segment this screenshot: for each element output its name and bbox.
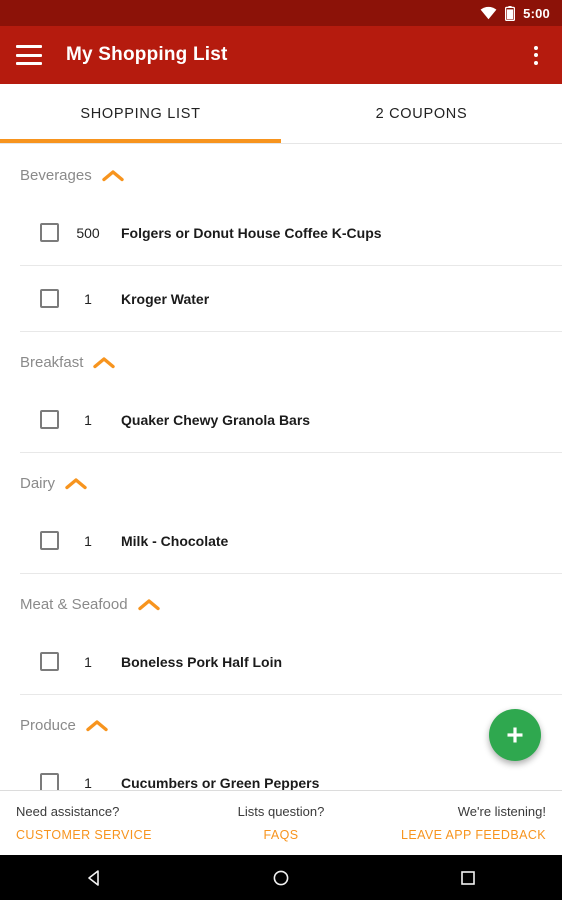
recents-square-icon xyxy=(461,870,476,885)
item-checkbox[interactable] xyxy=(40,289,59,308)
table-row[interactable]: 1 Quaker Chewy Granola Bars xyxy=(20,387,562,453)
table-row[interactable]: 1 Milk - Chocolate xyxy=(20,508,562,574)
item-checkbox[interactable] xyxy=(40,410,59,429)
nav-back-button[interactable] xyxy=(70,855,118,900)
item-quantity: 1 xyxy=(84,290,92,307)
table-row[interactable]: 1 Boneless Pork Half Loin xyxy=(20,629,562,695)
item-checkbox[interactable] xyxy=(40,223,59,242)
category-name: Produce xyxy=(20,717,76,734)
tab-shopping-list[interactable]: SHOPPING LIST xyxy=(0,84,281,143)
item-quantity: 1 xyxy=(84,774,92,791)
category-name: Dairy xyxy=(20,475,56,492)
item-checkbox[interactable] xyxy=(40,773,59,790)
category-name: Breakfast xyxy=(20,354,84,371)
category-header-beverages[interactable]: Beverages xyxy=(0,145,562,200)
app-root: 5:00 My Shopping List SHOPPING LIST 2 CO… xyxy=(0,0,562,900)
item-name: Folgers or Donut House Coffee K-Cups xyxy=(121,224,382,241)
category-header-dairy[interactable]: Dairy xyxy=(0,453,562,508)
table-row[interactable]: 500 Folgers or Donut House Coffee K-Cups xyxy=(20,200,562,266)
footer-help-bar: Need assistance? CUSTOMER SERVICE Lists … xyxy=(0,790,562,855)
nav-home-button[interactable] xyxy=(257,855,305,900)
status-bar: 5:00 xyxy=(0,0,562,26)
nav-recents-button[interactable] xyxy=(444,855,492,900)
footer-column-faqs: Lists question? FAQS xyxy=(187,804,374,842)
overflow-menu-icon[interactable] xyxy=(526,43,546,67)
chevron-up-icon[interactable] xyxy=(93,356,116,369)
item-name: Quaker Chewy Granola Bars xyxy=(121,411,311,428)
item-checkbox[interactable] xyxy=(40,652,59,671)
tab-bar: SHOPPING LIST 2 COUPONS xyxy=(0,84,562,144)
item-quantity: 500 xyxy=(76,224,100,241)
faqs-link[interactable]: FAQS xyxy=(264,828,299,842)
footer-question: Need assistance? xyxy=(16,804,120,819)
chevron-up-icon[interactable] xyxy=(65,477,87,490)
footer-column-feedback: We're listening! LEAVE APP FEEDBACK xyxy=(375,804,562,842)
footer-question: We're listening! xyxy=(457,804,546,819)
item-quantity: 1 xyxy=(84,411,92,428)
shopping-list-scroll[interactable]: Beverages 500 Folgers or Donut House Cof… xyxy=(0,145,562,790)
app-bar: My Shopping List xyxy=(0,26,562,84)
table-row[interactable]: 1 Kroger Water xyxy=(20,266,562,332)
item-name: Cucumbers or Green Peppers xyxy=(121,774,320,791)
chevron-up-icon[interactable] xyxy=(102,169,124,182)
plus-icon xyxy=(507,727,523,743)
chevron-up-icon[interactable] xyxy=(86,719,108,732)
tab-active-indicator xyxy=(0,139,281,143)
category-header-breakfast[interactable]: Breakfast xyxy=(0,332,562,387)
table-row[interactable]: 1 Cucumbers or Green Peppers xyxy=(20,750,562,790)
android-navigation-bar xyxy=(0,855,562,900)
back-triangle-icon xyxy=(87,869,99,886)
category-name: Meat & Seafood xyxy=(20,596,128,613)
home-circle-icon xyxy=(273,870,289,885)
item-checkbox[interactable] xyxy=(40,531,59,550)
category-name: Beverages xyxy=(20,167,92,184)
item-name: Boneless Pork Half Loin xyxy=(121,653,283,670)
hamburger-menu-icon[interactable] xyxy=(16,45,42,65)
tab-coupons[interactable]: 2 COUPONS xyxy=(281,84,562,143)
add-item-button[interactable] xyxy=(489,709,541,761)
customer-service-link[interactable]: CUSTOMER SERVICE xyxy=(16,828,152,842)
category-header-produce[interactable]: Produce xyxy=(0,695,562,750)
battery-icon xyxy=(505,5,516,21)
item-name: Kroger Water xyxy=(121,290,210,307)
item-name: Milk - Chocolate xyxy=(121,532,229,549)
page-title: My Shopping List xyxy=(66,44,228,65)
footer-column-customer-service: Need assistance? CUSTOMER SERVICE xyxy=(0,804,187,842)
leave-app-feedback-link[interactable]: LEAVE APP FEEDBACK xyxy=(401,828,546,842)
item-quantity: 1 xyxy=(84,653,92,670)
status-bar-clock: 5:00 xyxy=(523,5,550,21)
chevron-up-icon[interactable] xyxy=(137,598,160,611)
wifi-icon xyxy=(480,6,497,20)
tab-shopping-list-label: SHOPPING LIST xyxy=(80,105,201,122)
category-header-meat-seafood[interactable]: Meat & Seafood xyxy=(0,574,562,629)
tab-coupons-label: 2 COUPONS xyxy=(375,105,468,122)
footer-question: Lists question? xyxy=(237,804,325,819)
item-quantity: 1 xyxy=(84,532,92,549)
